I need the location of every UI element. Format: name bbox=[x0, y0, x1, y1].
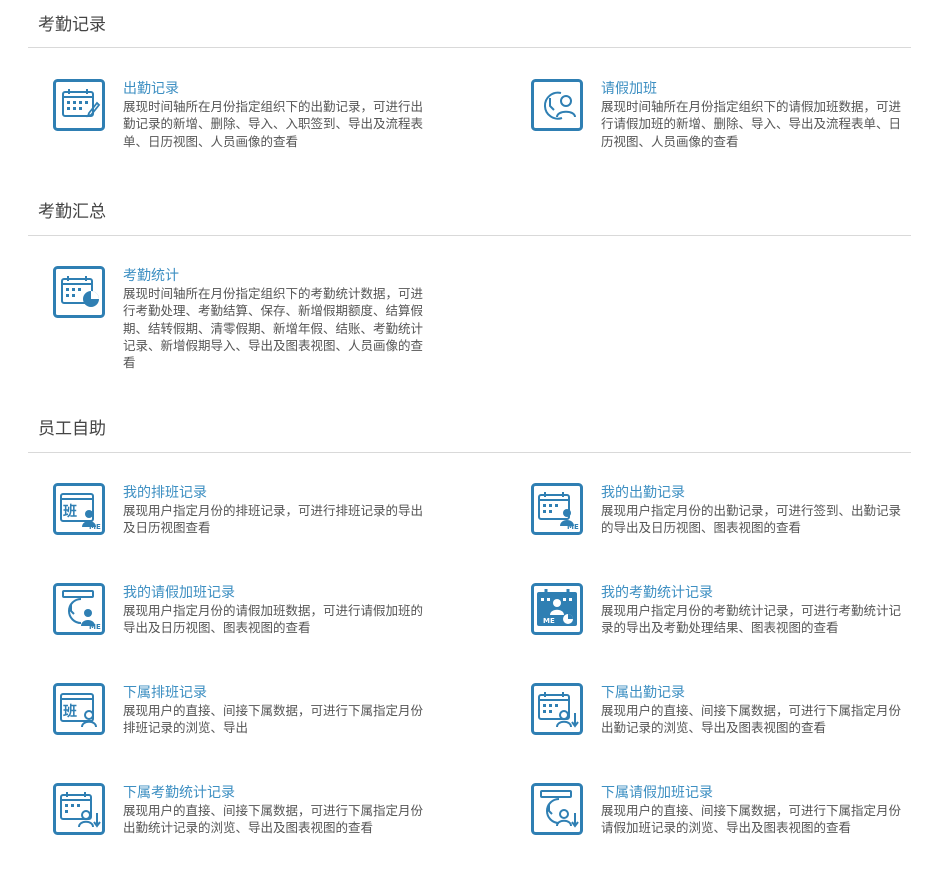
module-title[interactable]: 下属考勤统计记录 bbox=[123, 783, 235, 801]
module-subordinate-attendance[interactable]: 下属出勤记录 展现用户的直接、间接下属数据，可进行下属指定月份出勤记录的浏览、导… bbox=[531, 683, 931, 773]
module-my-shift[interactable]: 班 ME 我的排班记录 展现用户指定月份的排班记录，可进行排班记录的导出及日历视… bbox=[53, 483, 453, 573]
module-title[interactable]: 考勤统计 bbox=[123, 266, 179, 284]
me-label: ME bbox=[543, 617, 555, 625]
module-my-stats[interactable]: ME 我的考勤统计记录 展现用户指定月份的考勤统计记录，可进行考勤统计记录的导出… bbox=[531, 583, 931, 673]
module-description: 展现时间轴所在月份指定组织下的请假加班数据，可进行请假加班的新增、删除、导入、导… bbox=[601, 100, 902, 149]
module-description: 展现用户的直接、间接下属数据，可进行下属指定月份出勤统计记录的浏览、导出及图表视… bbox=[123, 804, 424, 836]
module-description: 展现时间轴所在月份指定组织下的考勤统计数据，可进行考勤处理、考勤结算、保存、新增… bbox=[123, 287, 424, 371]
module-subordinate-shift[interactable]: 班 下属排班记录 展现用户的直接、间接下属数据，可进行下属指定月份排班记录的浏览… bbox=[53, 683, 453, 773]
module-my-leave[interactable]: ME 我的请假加班记录 展现用户指定月份的请假加班数据，可进行请假加班的导出及日… bbox=[53, 583, 453, 673]
divider bbox=[28, 47, 911, 48]
clock-subordinate-icon bbox=[531, 783, 583, 835]
me-label: ME bbox=[89, 523, 101, 531]
section-title-attendance-summary: 考勤汇总 bbox=[38, 202, 106, 221]
module-description: 展现用户指定月份的出勤记录，可进行签到、出勤记录的导出及日历视图、图表视图的查看 bbox=[601, 504, 902, 536]
clock-person-icon bbox=[531, 79, 583, 131]
calendar-chart-icon bbox=[53, 266, 105, 318]
module-description: 展现用户指定月份的请假加班数据，可进行请假加班的导出及日历视图、图表视图的查看 bbox=[123, 604, 424, 636]
module-title[interactable]: 请假加班 bbox=[601, 79, 657, 97]
module-attendance-stats[interactable]: 考勤统计 展现时间轴所在月份指定组织下的考勤统计数据，可进行考勤处理、考勤结算、… bbox=[53, 266, 453, 378]
shift-me-icon: 班 ME bbox=[53, 483, 105, 535]
module-description: 展现时间轴所在月份指定组织下的出勤记录，可进行出勤记录的新增、删除、导入、入职签… bbox=[123, 100, 424, 149]
section-title-attendance-records: 考勤记录 bbox=[38, 15, 106, 34]
module-description: 展现用户的直接、间接下属数据，可进行下属指定月份出勤记录的浏览、导出及图表视图的… bbox=[601, 704, 902, 736]
calendar-me-icon: ME bbox=[531, 483, 583, 535]
module-subordinate-leave[interactable]: 下属请假加班记录 展现用户的直接、间接下属数据，可进行下属指定月份请假加班记录的… bbox=[531, 783, 931, 873]
shift-char: 班 bbox=[63, 703, 77, 720]
module-my-attendance[interactable]: ME 我的出勤记录 展现用户指定月份的出勤记录，可进行签到、出勤记录的导出及日历… bbox=[531, 483, 931, 573]
module-title[interactable]: 我的请假加班记录 bbox=[123, 583, 235, 601]
module-title[interactable]: 我的排班记录 bbox=[123, 483, 207, 501]
stats-subordinate-icon bbox=[53, 783, 105, 835]
calendar-edit-icon bbox=[53, 79, 105, 131]
module-leave-overtime[interactable]: 请假加班 展现时间轴所在月份指定组织下的请假加班数据，可进行请假加班的新增、删除… bbox=[531, 79, 931, 169]
module-description: 展现用户指定月份的考勤统计记录，可进行考勤统计记录的导出及考勤处理结果、图表视图… bbox=[601, 604, 902, 636]
module-title[interactable]: 出勤记录 bbox=[123, 79, 179, 97]
divider bbox=[28, 452, 911, 453]
module-title[interactable]: 下属排班记录 bbox=[123, 683, 207, 701]
module-title[interactable]: 我的出勤记录 bbox=[601, 483, 685, 501]
me-label: ME bbox=[567, 523, 579, 531]
module-title[interactable]: 下属请假加班记录 bbox=[601, 783, 713, 801]
module-attendance-record[interactable]: 出勤记录 展现时间轴所在月份指定组织下的出勤记录，可进行出勤记录的新增、删除、导… bbox=[53, 79, 453, 169]
clock-me-icon: ME bbox=[53, 583, 105, 635]
module-subordinate-stats[interactable]: 下属考勤统计记录 展现用户的直接、间接下属数据，可进行下属指定月份出勤统计记录的… bbox=[53, 783, 453, 873]
module-title[interactable]: 我的考勤统计记录 bbox=[601, 583, 713, 601]
section-title-employee-self-service: 员工自助 bbox=[38, 419, 106, 438]
module-description: 展现用户的直接、间接下属数据，可进行下属指定月份请假加班记录的浏览、导出及图表视… bbox=[601, 804, 902, 836]
calendar-subordinate-icon bbox=[531, 683, 583, 735]
shift-char: 班 bbox=[63, 503, 77, 520]
module-title[interactable]: 下属出勤记录 bbox=[601, 683, 685, 701]
divider bbox=[28, 235, 911, 236]
shift-subordinate-icon: 班 bbox=[53, 683, 105, 735]
module-description: 展现用户的直接、间接下属数据，可进行下属指定月份排班记录的浏览、导出 bbox=[123, 704, 424, 736]
stats-me-icon: ME bbox=[531, 583, 583, 635]
me-label: ME bbox=[89, 623, 101, 631]
module-description: 展现用户指定月份的排班记录，可进行排班记录的导出及日历视图查看 bbox=[123, 504, 424, 536]
